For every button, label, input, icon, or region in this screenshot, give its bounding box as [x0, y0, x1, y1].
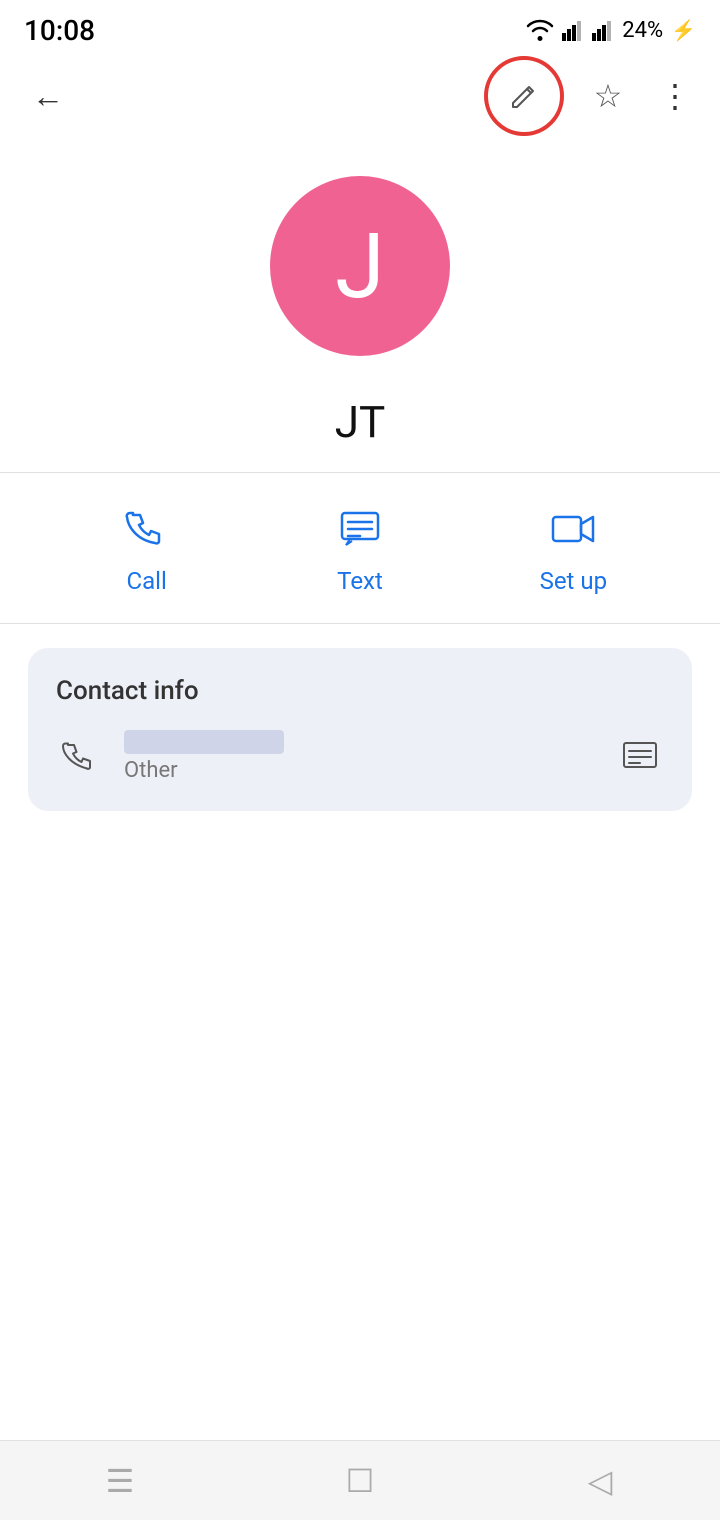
edit-button-wrapper[interactable]: [484, 56, 564, 136]
setup-label: Set up: [540, 567, 608, 595]
nav-back-icon: ◁: [588, 1462, 613, 1500]
text-icon: [338, 507, 382, 551]
wifi-icon: [526, 19, 554, 41]
battery-text: 24%: [622, 18, 663, 43]
avatar-letter: J: [335, 214, 385, 319]
avatar-section: J: [0, 136, 720, 376]
edit-icon: [509, 81, 539, 111]
more-button[interactable]: ⋮: [652, 68, 700, 124]
text-action[interactable]: Text: [310, 501, 410, 595]
text-label: Text: [337, 567, 383, 595]
signal-icon-1: [562, 19, 584, 41]
nav-bar: ☰ ☐ ◁: [0, 1440, 720, 1520]
message-icon-button[interactable]: [616, 733, 664, 781]
contact-info-section: Contact info Other: [0, 624, 720, 835]
nav-home-button[interactable]: ☐: [320, 1451, 400, 1511]
video-icon: [551, 507, 595, 551]
nav-home-icon: ☐: [346, 1462, 375, 1500]
setup-action[interactable]: Set up: [523, 501, 623, 595]
phone-icon-wrap: [56, 733, 104, 781]
status-bar: 10:08 24% ⚡: [0, 0, 720, 56]
app-bar-right: ☆ ⋮: [484, 56, 700, 136]
call-label: Call: [126, 567, 166, 595]
phone-number-bar: [124, 730, 284, 754]
nav-back-button[interactable]: ◁: [560, 1451, 640, 1511]
more-icon: ⋮: [659, 77, 693, 115]
battery-bolt: ⚡: [671, 18, 696, 42]
star-icon: ☆: [594, 77, 623, 115]
contact-info-title: Contact info: [56, 676, 664, 706]
actions-row: Call Text Set up: [0, 473, 720, 623]
phone-icon: [62, 739, 98, 775]
app-bar: ← ☆ ⋮: [0, 56, 720, 136]
status-icons: 24% ⚡: [526, 18, 696, 43]
call-action[interactable]: Call: [97, 501, 197, 595]
nav-menu-icon: ☰: [106, 1462, 135, 1500]
contact-name-section: JT: [0, 376, 720, 472]
call-icon-wrap: [119, 501, 175, 557]
contact-info-card: Contact info Other: [28, 648, 692, 811]
signal-icon-2: [592, 19, 614, 41]
back-arrow-icon: ←: [32, 77, 64, 115]
contact-name: JT: [335, 396, 386, 448]
avatar: J: [270, 176, 450, 356]
contact-info-row: Other: [56, 730, 664, 783]
call-icon: [125, 507, 169, 551]
edit-button[interactable]: [496, 68, 552, 124]
app-bar-left: ←: [20, 68, 76, 124]
nav-menu-button[interactable]: ☰: [80, 1451, 160, 1511]
status-time: 10:08: [24, 14, 95, 47]
phone-info: Other: [124, 730, 596, 783]
back-button[interactable]: ←: [20, 68, 76, 124]
message-icon: [622, 739, 658, 775]
text-icon-wrap: [332, 501, 388, 557]
phone-label: Other: [124, 758, 596, 783]
setup-icon-wrap: [545, 501, 601, 557]
star-button[interactable]: ☆: [580, 68, 636, 124]
